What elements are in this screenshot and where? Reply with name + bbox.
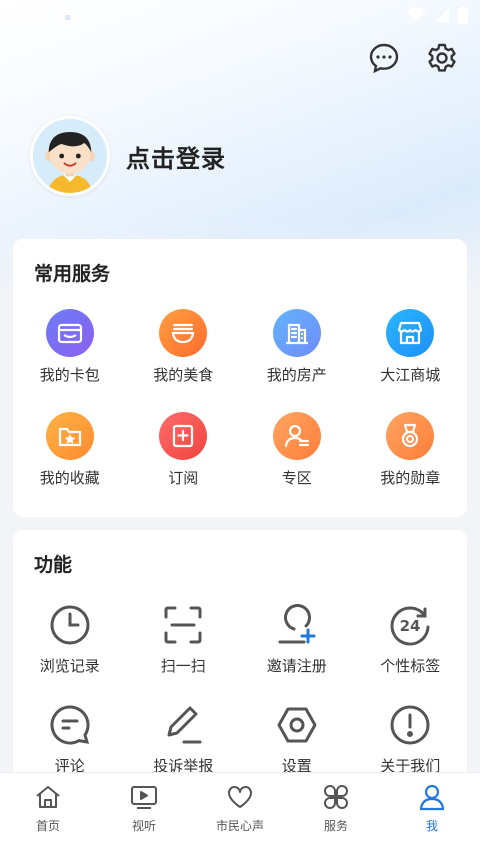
service-subscribe[interactable]: 订阅	[127, 412, 241, 515]
home-icon	[34, 783, 62, 815]
function-label: 浏览记录	[39, 657, 100, 675]
header-actions	[368, 42, 458, 78]
profile-login-area[interactable]: 点击登录	[30, 116, 226, 196]
service-label: 我的房产	[266, 366, 327, 384]
subscribe-plus-icon	[159, 412, 208, 460]
service-label: 我的美食	[153, 366, 214, 384]
wallet-icon	[45, 309, 94, 357]
nav-label: 视听	[131, 819, 156, 833]
nav-home[interactable]: 首页	[0, 783, 96, 834]
service-label: 大江商城	[380, 366, 441, 384]
common-services-card: 常用服务 我的卡包 我的美食 我的房产 大江商城 我的收藏 订阅 专区 我的勋章	[13, 239, 467, 517]
status-bar: 5:29	[0, 0, 480, 34]
service-label: 专区	[281, 469, 312, 487]
wifi-icon	[406, 6, 426, 27]
service-favorites[interactable]: 我的收藏	[13, 412, 127, 515]
nav-citizen-voice[interactable]: 市民心声	[192, 783, 288, 834]
service-property[interactable]: 我的房产	[240, 309, 354, 412]
message-button[interactable]	[368, 42, 400, 78]
service-label: 我的卡包	[39, 366, 100, 384]
info-exclamation-icon	[387, 702, 433, 748]
cartoon-boy-avatar	[33, 119, 107, 193]
nav-label: 服务	[323, 819, 348, 833]
nav-video[interactable]: 视听	[96, 783, 192, 834]
section-title-services: 常用服务	[34, 263, 111, 285]
folder-star-icon	[45, 412, 94, 460]
avatar[interactable]	[30, 116, 110, 196]
login-prompt[interactable]: 点击登录	[126, 139, 226, 174]
nav-label: 我	[425, 819, 438, 833]
tag-badge-text: 24	[400, 617, 421, 635]
settings-button[interactable]	[426, 42, 458, 78]
service-zone[interactable]: 专区	[240, 412, 354, 515]
nav-services[interactable]: 服务	[288, 783, 384, 834]
pen-icon	[160, 702, 206, 748]
function-label: 邀请注册	[266, 657, 327, 675]
scan-icon	[160, 602, 206, 648]
function-scan[interactable]: 扫一扫	[127, 602, 241, 702]
service-label: 我的收藏	[39, 469, 100, 487]
function-label: 扫一扫	[160, 657, 206, 675]
building-icon	[272, 309, 321, 357]
service-mall[interactable]: 大江商城	[354, 309, 468, 412]
shop-icon	[386, 309, 435, 357]
chat-bubble-icon	[368, 42, 400, 78]
signal-icon	[434, 7, 450, 27]
function-tags[interactable]: 24 个性标签	[354, 602, 468, 702]
service-medals[interactable]: 我的勋章	[354, 412, 468, 515]
function-label: 个性标签	[380, 657, 441, 675]
hex-nut-icon	[274, 702, 320, 748]
nav-label: 首页	[35, 819, 60, 833]
medal-icon	[386, 412, 435, 460]
noodle-bowl-icon	[159, 309, 208, 357]
battery-icon	[458, 6, 468, 28]
invite-user-icon	[274, 602, 320, 648]
section-title-functions: 功能	[34, 554, 73, 576]
comment-icon	[47, 702, 93, 748]
user-card-icon	[272, 412, 321, 460]
service-wallet[interactable]: 我的卡包	[13, 309, 127, 412]
function-invite[interactable]: 邀请注册	[240, 602, 354, 702]
status-time: 5:29	[10, 7, 50, 27]
gear-icon	[426, 42, 458, 78]
bottom-navigation: 首页 视听 市民心声 服务 我	[0, 772, 480, 852]
tag-24-icon: 24	[387, 602, 433, 648]
sim-icon	[60, 7, 74, 27]
tv-play-icon	[130, 783, 158, 815]
service-label: 订阅	[168, 469, 199, 487]
clock-icon	[47, 602, 93, 648]
person-icon	[418, 783, 446, 815]
service-food[interactable]: 我的美食	[127, 309, 241, 412]
four-leaf-icon	[322, 783, 350, 815]
nav-me[interactable]: 我	[384, 783, 480, 834]
service-label: 我的勋章	[380, 469, 441, 487]
nav-label: 市民心声	[215, 819, 264, 833]
function-history[interactable]: 浏览记录	[13, 602, 127, 702]
heart-icon	[226, 783, 254, 815]
